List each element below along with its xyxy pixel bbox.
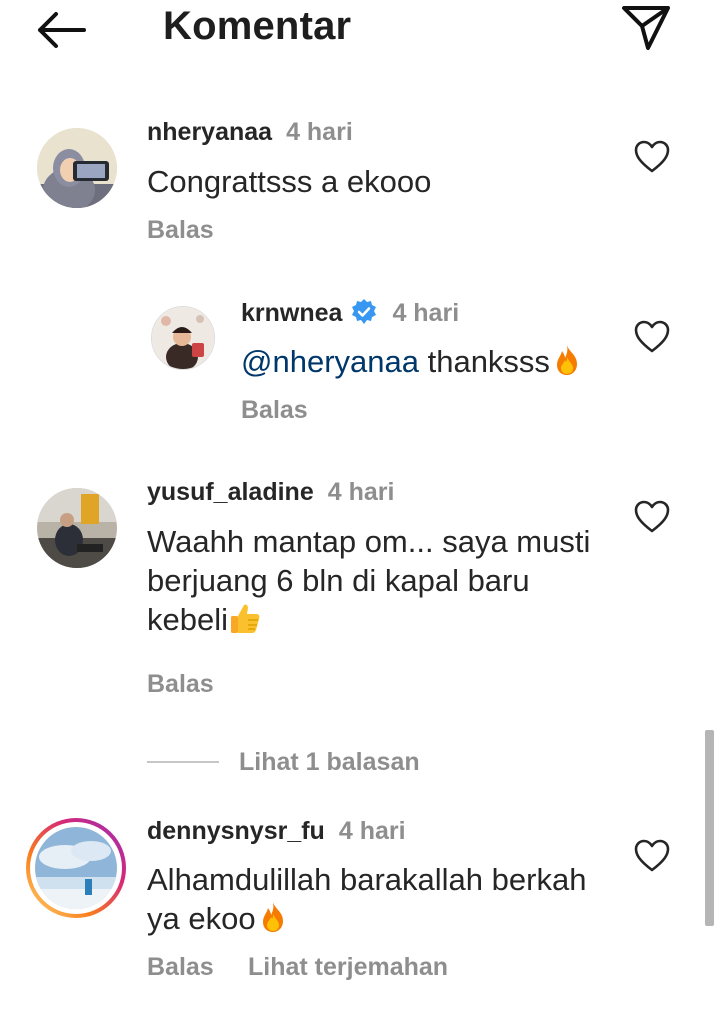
comment-text: Waahh mantap om... saya musti berjuang 6… — [147, 522, 617, 639]
scrollbar[interactable] — [705, 730, 714, 926]
page-title: Komentar — [163, 4, 352, 48]
comment-header: krnwnea 4 hari — [241, 298, 459, 328]
thumbs-up-emoji-icon — [231, 604, 260, 633]
avatar-story-ring[interactable] — [26, 818, 126, 918]
avatar[interactable] — [151, 306, 215, 370]
comment-text: Alhamdulillah barakallah berkah ya ekoo — [147, 860, 627, 938]
reply-button[interactable]: Balas — [147, 216, 214, 245]
username[interactable]: krnwnea — [241, 299, 342, 327]
comment-line-text: ya ekoo — [147, 901, 256, 936]
comment-line: ya ekoo — [147, 899, 627, 938]
timestamp: 4 hari — [286, 118, 353, 146]
timestamp: 4 hari — [338, 817, 406, 845]
fire-emoji-icon — [262, 902, 283, 932]
comment-line: berjuang 6 bln di kapal baru — [147, 563, 530, 598]
top-bar: Komentar — [0, 0, 720, 60]
comment-text: Congrattsss a ekooo — [147, 164, 432, 199]
comment-header: dennysnysr_fu 4 hari — [147, 817, 406, 846]
back-button[interactable] — [34, 6, 94, 54]
reply-button[interactable]: Balas — [241, 396, 308, 425]
heart-icon[interactable] — [634, 140, 670, 174]
paper-plane-icon — [622, 6, 670, 50]
avatar[interactable] — [37, 488, 117, 568]
mention-link[interactable]: @nheryanaa — [241, 344, 419, 379]
timestamp: 4 hari — [392, 299, 460, 327]
view-replies-button[interactable]: Lihat 1 balasan — [147, 742, 420, 782]
view-replies-label: Lihat 1 balasan — [239, 747, 420, 776]
arrow-left-icon — [38, 12, 86, 48]
username[interactable]: yusuf_aladine — [147, 478, 314, 506]
comment-line: Alhamdulillah barakallah berkah — [147, 862, 587, 897]
fire-emoji-icon — [556, 345, 577, 375]
avatar[interactable] — [37, 128, 117, 208]
heart-icon[interactable] — [634, 320, 670, 354]
reply-button[interactable]: Balas — [147, 670, 214, 699]
comment-line: Waahh mantap om... saya musti — [147, 524, 591, 559]
comment-line-text: kebeli — [147, 602, 228, 637]
user-photo — [35, 827, 117, 909]
heart-icon[interactable] — [634, 500, 670, 534]
heart-icon[interactable] — [634, 839, 670, 873]
timestamp: 4 hari — [327, 478, 395, 506]
username[interactable]: nheryanaa — [147, 118, 272, 146]
comment-line: kebeli — [147, 600, 617, 639]
user-photo — [37, 488, 117, 568]
user-photo — [37, 128, 117, 208]
divider-line — [147, 761, 219, 763]
share-button[interactable] — [620, 2, 676, 54]
see-translation-button[interactable]: Lihat terjemahan — [248, 953, 448, 982]
username[interactable]: dennysnysr_fu — [147, 817, 325, 845]
comment-text: @nheryanaa thanksss — [241, 342, 584, 381]
reply-button[interactable]: Balas — [147, 953, 214, 982]
comment-body: thanksss — [418, 344, 550, 379]
user-photo — [152, 307, 214, 369]
verified-badge-icon — [352, 299, 377, 324]
comment-header: nheryanaa 4 hari — [147, 118, 353, 147]
comment-header: yusuf_aladine 4 hari — [147, 478, 394, 507]
